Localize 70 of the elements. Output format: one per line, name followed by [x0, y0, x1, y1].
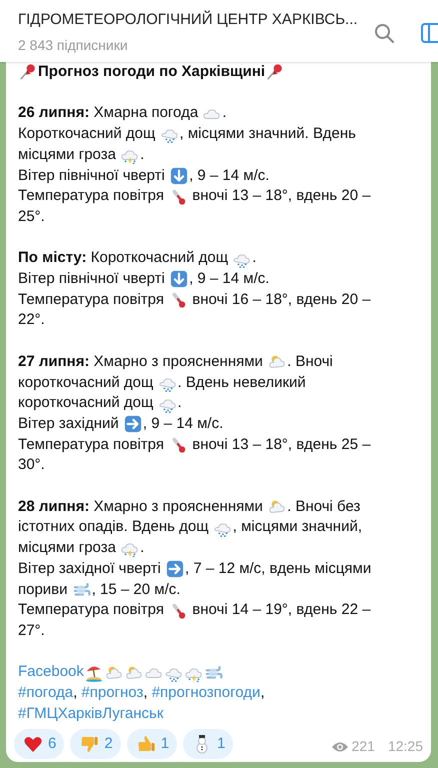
sun-cloud-icon	[124, 664, 143, 682]
thumbs-down-icon	[79, 734, 100, 754]
message-text: пориви	[18, 580, 69, 600]
message-text: , 15 – 20 м/с.	[92, 580, 180, 600]
message-text: Вітер північної чверті	[18, 166, 166, 186]
message-link[interactable]: #ГМЦХарківЛуганськ	[18, 704, 164, 724]
message-text: 27 липня: Хмарно з проясненнями	[18, 352, 264, 372]
message-text: 25°.	[18, 206, 45, 227]
view-count: 221	[352, 737, 375, 756]
message-text: Температура повітря	[18, 290, 165, 310]
message-text: ,	[143, 683, 149, 704]
message-link[interactable]: #прогноз	[81, 683, 144, 704]
thumbs-up-icon	[136, 734, 156, 754]
message-text: Температура повітря	[18, 186, 165, 206]
message-text: 26 липня: Хмарна погода	[18, 103, 200, 124]
message-heading: Прогноз погоди по Харківщині	[38, 62, 266, 82]
message-text: , 9 – 14 м/с.	[189, 269, 270, 289]
pushpin-icon	[266, 63, 284, 82]
message-text: ,	[260, 683, 265, 704]
message-text: короткочасний дощ	[18, 393, 154, 414]
message-text: . Вночі	[287, 352, 333, 372]
sun-cloud-icon	[104, 664, 123, 682]
sidebar-icon[interactable]	[421, 23, 438, 43]
message-text: .	[222, 103, 227, 124]
message-text: , місцями значний. Вдень	[180, 124, 356, 144]
pushpin-icon	[19, 63, 37, 82]
message-text: .	[140, 538, 144, 558]
message-text: Температура повітря	[18, 434, 165, 455]
channel-title: ГІДРОМЕТЕОРОЛОГІЧНИЙ ЦЕНТР ХАРКІВСЬ...	[18, 10, 358, 30]
reaction-button[interactable]: 6	[14, 729, 64, 759]
umbrella-icon	[84, 664, 103, 682]
message-text: . Вдень невеликий	[178, 372, 306, 392]
message-text: , 7 – 12 м/с, вдень місцями	[185, 558, 372, 579]
message-time: 12:25	[388, 737, 423, 756]
message-text: вночі 16 – 18°, вдень 20 –	[191, 290, 371, 310]
message-text: Вітер західний	[18, 414, 120, 434]
eye-icon	[330, 740, 349, 752]
message-text: .	[140, 144, 144, 165]
message-text: , 9 – 14 м/с.	[142, 414, 224, 434]
message-text: . Вночі без	[287, 496, 360, 517]
message-text: Температура повітря	[18, 600, 165, 620]
message-text: вночі 14 – 19°, вдень 22 –	[191, 600, 371, 620]
message-text: 30°.	[18, 455, 45, 476]
message-text: Короткочасний дощ	[18, 124, 156, 144]
message-text: , місцями значний,	[232, 517, 362, 538]
message-link[interactable]: #погода	[18, 683, 74, 704]
message-text: .	[178, 393, 182, 414]
message-text: місцями гроза	[18, 538, 117, 558]
message-text: 27°.	[18, 620, 45, 641]
message-text: .	[252, 248, 256, 268]
message-text: Вітер західної чверті	[18, 558, 162, 579]
reaction-button[interactable]: 1	[183, 729, 234, 759]
search-icon[interactable]	[374, 23, 395, 44]
subscriber-count: 2 843 підписники	[18, 36, 128, 55]
heart-icon	[23, 734, 43, 754]
message-link[interactable]: #прогнозпогоди	[152, 683, 260, 704]
message-link[interactable]: Facebook	[18, 662, 84, 684]
reaction-button[interactable]: 2	[70, 729, 121, 759]
message-text: 28 липня: Хмарно з проясненнями	[18, 496, 264, 517]
reaction-button[interactable]: 1	[126, 729, 178, 759]
message-text: вночі 13 – 18°, вдень 20 –	[191, 186, 371, 206]
message-text: вночі 13 – 18°, вдень 25 –	[191, 434, 371, 455]
message-text: місцями гроза	[18, 144, 117, 165]
message-text: По місту: Короткочасний дощ	[18, 248, 230, 268]
message-text: Вітер північної чверті	[18, 269, 166, 289]
message-text: істотних опадів. Вдень дощ	[18, 517, 210, 538]
message-text: ,	[73, 683, 78, 704]
message-text: , 9 – 14 м/с.	[189, 166, 270, 186]
message-text: короткочасний дощ	[18, 372, 154, 392]
message-text: 22°.	[18, 310, 45, 330]
